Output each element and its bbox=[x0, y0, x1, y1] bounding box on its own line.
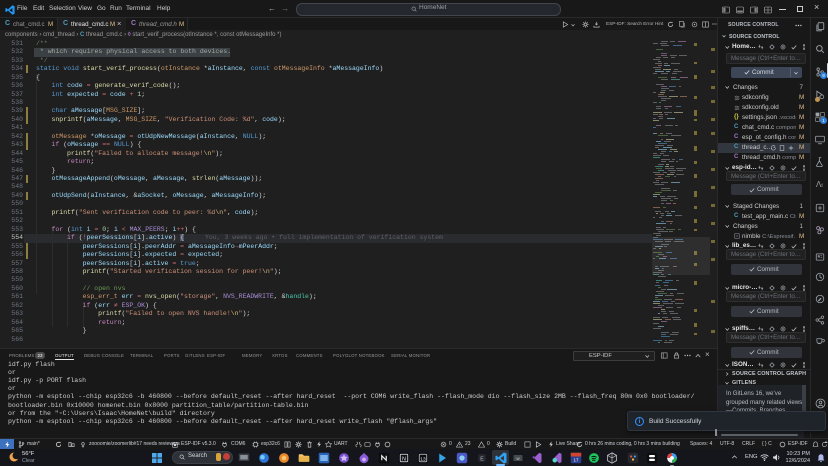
svg-text:N: N bbox=[402, 456, 406, 462]
svg-text:E: E bbox=[480, 456, 484, 462]
svg-text:13: 13 bbox=[420, 456, 426, 462]
svg-text:17: 17 bbox=[573, 457, 579, 462]
